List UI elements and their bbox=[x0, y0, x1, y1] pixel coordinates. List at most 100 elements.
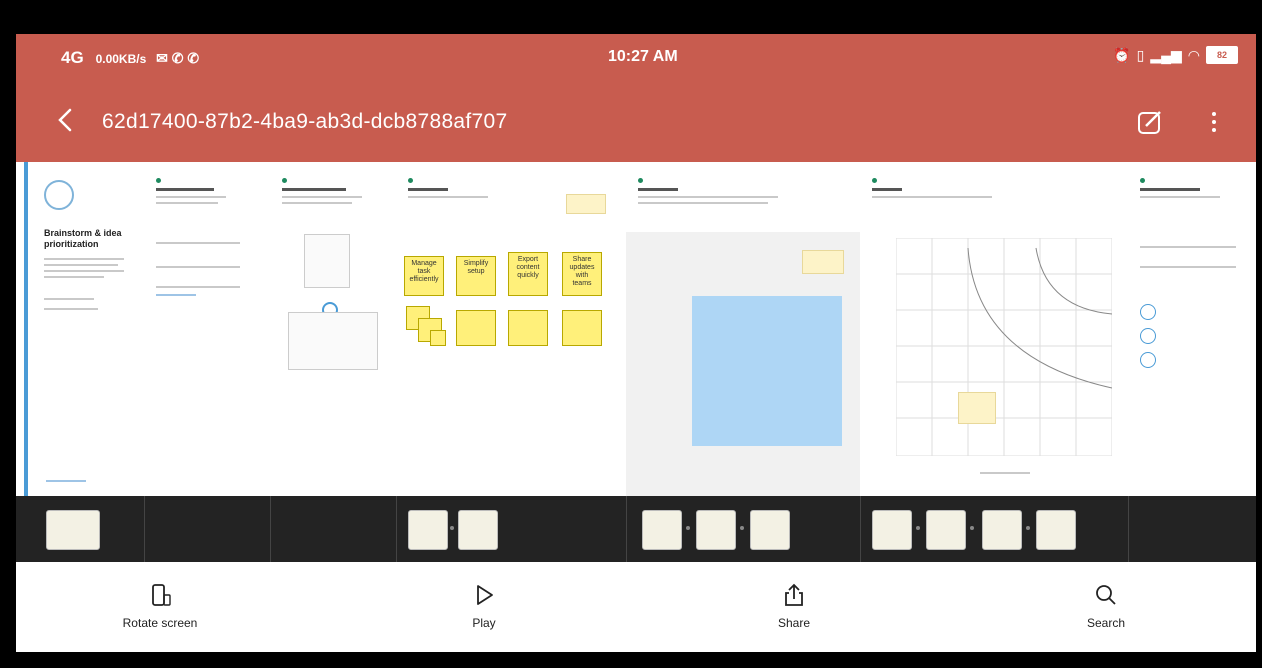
text-line bbox=[638, 202, 768, 204]
mail-icon: ✉ bbox=[156, 50, 168, 66]
grid-chart bbox=[896, 238, 1112, 456]
section-dot bbox=[408, 178, 413, 183]
circle-marker-icon bbox=[1140, 304, 1156, 320]
thumbnail[interactable] bbox=[926, 510, 966, 550]
thumb-separator bbox=[916, 526, 920, 530]
sticky-note[interactable] bbox=[802, 250, 844, 274]
section-dot bbox=[282, 178, 287, 183]
sticky-note[interactable]: Manage task efficiently bbox=[404, 256, 444, 296]
strip-divider bbox=[270, 496, 271, 562]
alarm-icon: ⏰ bbox=[1113, 46, 1131, 63]
status-left: 4G 0.00KB/s ✉ ✆ ✆ bbox=[61, 48, 199, 68]
section-dot bbox=[156, 178, 161, 183]
page-accent-bar bbox=[24, 162, 28, 496]
thumbnail[interactable] bbox=[46, 510, 100, 550]
sticky-note[interactable] bbox=[430, 330, 446, 346]
section-title-line bbox=[638, 188, 678, 191]
more-options-button[interactable] bbox=[1202, 104, 1226, 140]
text-line bbox=[44, 270, 124, 272]
sticky-note[interactable]: Share updates with teams bbox=[562, 252, 602, 296]
thumb-separator bbox=[1026, 526, 1030, 530]
blue-area[interactable] bbox=[692, 296, 842, 446]
thumbnail[interactable] bbox=[696, 510, 736, 550]
section-title-line bbox=[408, 188, 448, 191]
thumb-separator bbox=[970, 526, 974, 530]
thumb-separator bbox=[686, 526, 690, 530]
board-page-5[interactable] bbox=[626, 162, 861, 496]
text-line bbox=[872, 196, 992, 198]
text-line bbox=[156, 196, 226, 198]
section-title-line bbox=[282, 188, 346, 191]
text-line bbox=[282, 196, 362, 198]
template-logo-icon bbox=[44, 180, 74, 210]
device-screen: 4G 0.00KB/s ✉ ✆ ✆ 10:27 AM ⏰ ▯ ▂▄▆ ◠ 82 … bbox=[16, 34, 1256, 652]
board-page-6[interactable] bbox=[860, 162, 1129, 496]
thumbnail[interactable] bbox=[408, 510, 448, 550]
thumbnail[interactable] bbox=[1036, 510, 1076, 550]
rotate-screen-icon bbox=[152, 584, 171, 606]
sticky-note[interactable] bbox=[508, 310, 548, 346]
thumbnail[interactable] bbox=[458, 510, 498, 550]
link-line bbox=[46, 480, 86, 482]
back-button[interactable] bbox=[48, 102, 84, 138]
sticky-note[interactable]: Export content quickly bbox=[508, 252, 548, 296]
sticky-text: Manage task efficiently bbox=[409, 260, 439, 283]
board-canvas[interactable]: Brainstorm & idea prioritization Manage … bbox=[16, 162, 1256, 496]
thumbnail[interactable] bbox=[750, 510, 790, 550]
edit-button[interactable] bbox=[1132, 104, 1168, 140]
board-page-3[interactable] bbox=[270, 162, 397, 496]
app-toolbar: 62d17400-87b2-4ba9-ab3d-dcb8788af707 bbox=[16, 84, 1256, 162]
strip-divider bbox=[144, 496, 145, 562]
bottom-action-bar: Rotate screen Play Share Search bbox=[16, 562, 1256, 652]
share-button[interactable]: Share bbox=[734, 582, 854, 632]
phone-icon: ✆ bbox=[171, 50, 184, 66]
sticky-note[interactable] bbox=[562, 310, 602, 346]
search-button[interactable]: Search bbox=[1046, 582, 1166, 632]
thumb-separator bbox=[740, 526, 744, 530]
section-title-line bbox=[156, 188, 214, 191]
text-line bbox=[44, 308, 98, 310]
text-line bbox=[1140, 266, 1236, 268]
sticky-note[interactable] bbox=[958, 392, 996, 424]
back-arrow-icon bbox=[58, 108, 72, 132]
circle-marker-icon bbox=[1140, 352, 1156, 368]
search-icon bbox=[1096, 585, 1116, 605]
strip-divider bbox=[396, 496, 397, 562]
text-line bbox=[1140, 196, 1220, 198]
section-dot bbox=[872, 178, 877, 183]
text-line bbox=[408, 196, 488, 198]
strip-divider bbox=[1128, 496, 1129, 562]
section-title-line bbox=[1140, 188, 1200, 191]
board-page-2[interactable] bbox=[144, 162, 271, 496]
sticky-note[interactable] bbox=[456, 310, 496, 346]
section-dot bbox=[638, 178, 643, 183]
status-right: ⏰ ▯ ▂▄▆ ◠ 82 bbox=[1113, 46, 1238, 64]
sticky-text: Share updates with teams bbox=[569, 256, 595, 287]
network-indicator: 4G bbox=[61, 48, 84, 67]
sticky-text: Export content quickly bbox=[516, 256, 540, 279]
text-line bbox=[156, 242, 240, 244]
thumbnail[interactable] bbox=[872, 510, 912, 550]
form-card bbox=[288, 312, 378, 370]
sticky-text: Simplify setup bbox=[463, 260, 489, 275]
text-line bbox=[1140, 246, 1236, 248]
rotate-screen-label: Rotate screen bbox=[122, 616, 198, 630]
text-line bbox=[44, 258, 124, 260]
rotate-screen-button[interactable]: Rotate screen bbox=[100, 582, 220, 632]
text-line bbox=[44, 276, 104, 278]
share-label: Share bbox=[777, 616, 811, 630]
thumbnail[interactable] bbox=[642, 510, 682, 550]
sticky-note[interactable] bbox=[566, 194, 606, 214]
thumbnail[interactable] bbox=[982, 510, 1022, 550]
text-line bbox=[156, 202, 218, 204]
board-page-7[interactable] bbox=[1128, 162, 1256, 496]
axis-label-line bbox=[980, 472, 1030, 474]
sticky-note[interactable]: Simplify setup bbox=[456, 256, 496, 296]
play-button[interactable]: Play bbox=[424, 582, 544, 632]
text-line bbox=[156, 286, 240, 288]
battery-icon: 82 bbox=[1206, 46, 1238, 64]
board-page-1[interactable]: Brainstorm & idea prioritization bbox=[16, 162, 145, 496]
search-label: Search bbox=[1086, 616, 1126, 630]
missed-call-icon: ✆ bbox=[187, 50, 200, 66]
board-page-4[interactable]: Manage task efficiently Simplify setup E… bbox=[396, 162, 627, 496]
